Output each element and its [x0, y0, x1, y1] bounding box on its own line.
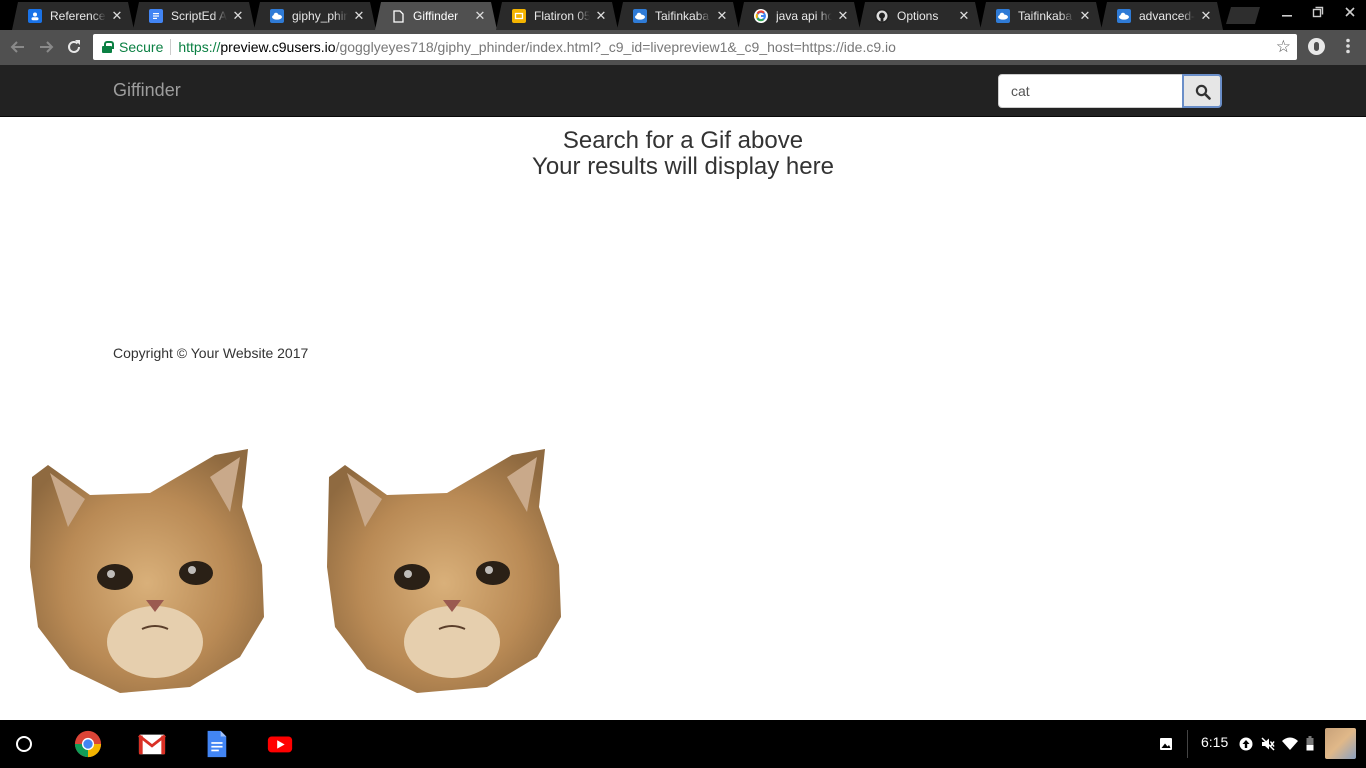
tab-title: java api ho: [776, 9, 832, 23]
tab-taifinkaba-1[interactable]: Taifinkaba ✕: [617, 2, 739, 30]
tab-advanced[interactable]: advanced-j ✕: [1101, 2, 1223, 30]
tab-java-api[interactable]: java api ho ✕: [738, 2, 860, 30]
battery-icon[interactable]: [1306, 736, 1314, 751]
cloud9-icon: [1117, 9, 1131, 23]
secure-label: Secure: [119, 39, 164, 55]
slides-icon: [512, 9, 526, 23]
tab-title: advanced-j: [1139, 9, 1195, 23]
url-path: /gogglyeyes718/giphy_phinder/index.html?…: [335, 39, 896, 55]
maximize-icon[interactable]: [1304, 4, 1332, 24]
cloud9-icon: [633, 9, 647, 23]
search-input[interactable]: [998, 74, 1183, 108]
image-icon[interactable]: [1159, 737, 1173, 751]
update-icon[interactable]: [1239, 737, 1253, 751]
results-heading: Search for a Gif above Your results will…: [0, 128, 1366, 180]
menu-icon[interactable]: [1342, 38, 1354, 56]
cloud9-icon: [270, 9, 284, 23]
cat-gif-image: [30, 449, 264, 693]
bookmark-star-icon[interactable]: ☆: [1276, 37, 1291, 57]
search-icon: [1195, 84, 1211, 100]
close-icon[interactable]: ✕: [715, 9, 729, 23]
divider: [170, 39, 172, 55]
new-tab-button[interactable]: [1226, 7, 1260, 24]
cat-gif-image: [327, 449, 561, 693]
headline-line-1: Search for a Gif above: [562, 127, 804, 154]
tab-title: Flatiron 05: [534, 9, 590, 23]
tab-title: Giffinder: [413, 9, 459, 23]
tab-title: Taifinkaba: [655, 9, 710, 23]
browser-toolbar: Secure https://preview.c9users.io/goggly…: [0, 30, 1366, 65]
address-bar[interactable]: Secure https://preview.c9users.io/goggly…: [93, 34, 1297, 60]
tab-taifinkaba-2[interactable]: Taifinkaba ✕: [980, 2, 1102, 30]
user-avatar[interactable]: [1325, 728, 1356, 759]
search-button[interactable]: [1182, 74, 1222, 108]
close-window-icon[interactable]: [1336, 4, 1364, 24]
tab-options[interactable]: Options ✕: [859, 2, 981, 30]
close-icon[interactable]: ✕: [594, 9, 608, 23]
footer-copyright: Copyright © Your Website 2017: [113, 345, 309, 361]
divider: [1187, 730, 1188, 758]
back-icon[interactable]: [6, 36, 30, 58]
chrome-icon[interactable]: [73, 730, 103, 758]
page-icon: [391, 9, 405, 23]
forward-icon[interactable]: [34, 36, 58, 58]
url-host: preview.c9users.io: [220, 39, 336, 55]
headline-line-2: Your results will display here: [532, 153, 834, 180]
youtube-icon[interactable]: [265, 730, 295, 758]
wifi-icon[interactable]: [1282, 737, 1298, 751]
tab-title: Options: [897, 9, 939, 23]
site-brand[interactable]: Giffinder: [113, 80, 181, 101]
tab-strip: Reference T ✕ ScriptEd Ac ✕ giphy_phin ✕…: [0, 0, 1366, 30]
site-navbar: Giffinder: [0, 65, 1366, 117]
tab-reference[interactable]: Reference T ✕: [12, 2, 134, 30]
close-icon[interactable]: ✕: [352, 9, 366, 23]
os-shelf: 6:15: [0, 720, 1366, 768]
close-icon[interactable]: ✕: [231, 9, 245, 23]
volume-muted-icon[interactable]: [1261, 737, 1275, 751]
url-scheme: https://: [178, 39, 221, 55]
gmail-icon[interactable]: [137, 730, 167, 758]
reference-icon: [28, 9, 42, 23]
close-icon[interactable]: ✕: [836, 9, 850, 23]
google-icon: [754, 9, 768, 23]
close-icon[interactable]: ✕: [1199, 9, 1213, 23]
tab-giphy-phin[interactable]: giphy_phin ✕: [254, 2, 376, 30]
extension-icon[interactable]: [1308, 38, 1325, 55]
reload-icon[interactable]: [62, 36, 86, 58]
close-icon[interactable]: ✕: [473, 9, 487, 23]
tab-scripted[interactable]: ScriptEd Ac ✕: [133, 2, 255, 30]
cloud9-icon: [996, 9, 1010, 23]
tab-title: ScriptEd Ac: [171, 9, 227, 23]
lock-icon: [102, 41, 114, 53]
tab-giffinder[interactable]: Giffinder ✕: [375, 2, 497, 30]
launcher-icon[interactable]: [16, 736, 32, 752]
docs-icon[interactable]: [201, 730, 231, 758]
close-icon[interactable]: ✕: [110, 9, 124, 23]
github-icon: [875, 9, 889, 23]
tab-title: Reference T: [50, 9, 106, 23]
close-icon[interactable]: ✕: [1078, 9, 1092, 23]
tab-flatiron[interactable]: Flatiron 05 ✕: [496, 2, 618, 30]
close-icon[interactable]: ✕: [957, 9, 971, 23]
docs-icon: [149, 9, 163, 23]
tab-title: giphy_phin: [292, 9, 348, 23]
minimize-icon[interactable]: [1273, 4, 1301, 24]
tab-title: Taifinkaba: [1018, 9, 1073, 23]
clock[interactable]: 6:15: [1201, 734, 1228, 750]
